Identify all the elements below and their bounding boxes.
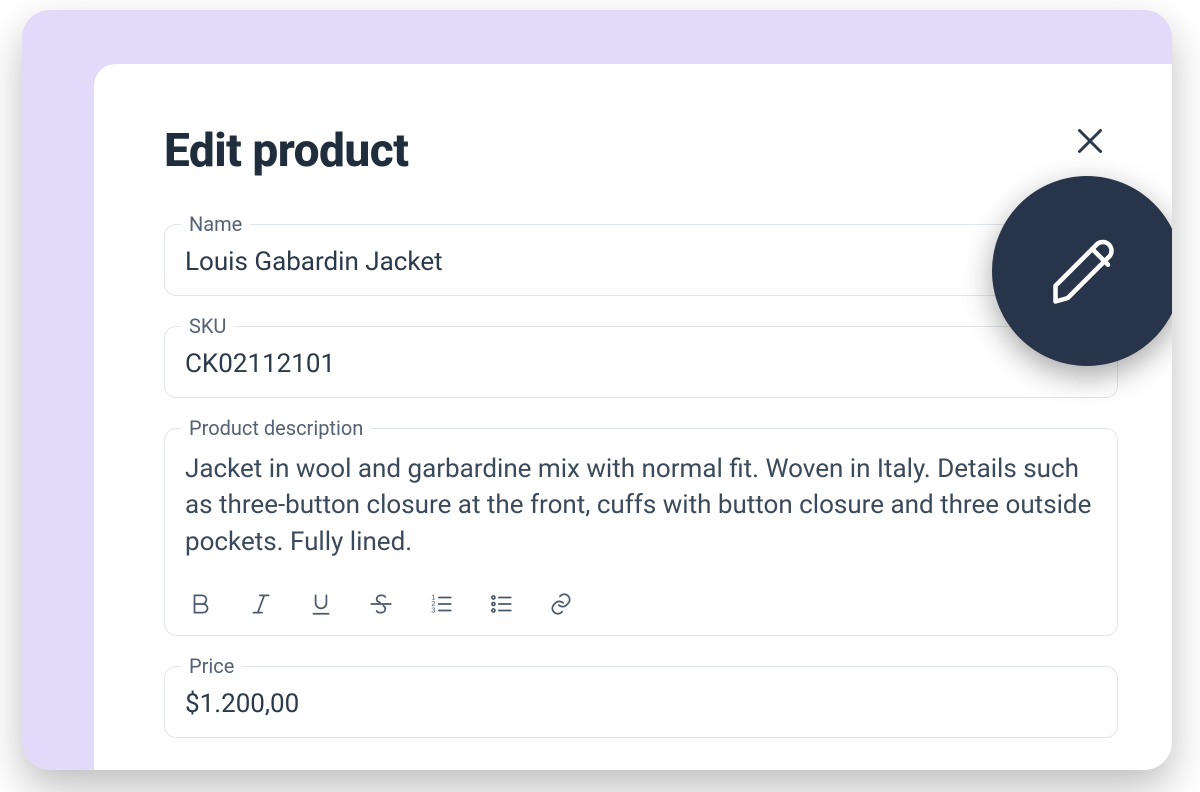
strikethrough-icon: [368, 591, 394, 620]
ordered-list-button[interactable]: 1 2 3: [425, 589, 457, 621]
italic-icon: [248, 591, 274, 620]
page-title: Edit product: [164, 124, 408, 178]
bold-button[interactable]: [185, 589, 217, 621]
link-button[interactable]: [545, 589, 577, 621]
edit-fab-button[interactable]: [992, 176, 1172, 366]
panel-header: Edit product: [164, 124, 1118, 178]
close-button[interactable]: [1068, 120, 1112, 164]
pencil-icon: [1045, 228, 1129, 315]
app-background: Edit product Name SKU Product descriptio…: [22, 10, 1172, 770]
rich-text-toolbar: 1 2 3: [185, 583, 1097, 621]
underline-icon: [308, 591, 334, 620]
price-label: Price: [181, 654, 242, 678]
unordered-list-icon: [488, 591, 514, 620]
ordered-list-icon: 1 2 3: [428, 591, 454, 620]
price-input[interactable]: [185, 689, 1097, 719]
sku-input[interactable]: [185, 349, 1097, 379]
name-label: Name: [181, 212, 250, 236]
description-label: Product description: [181, 416, 371, 440]
italic-button[interactable]: [245, 589, 277, 621]
name-input[interactable]: [185, 247, 1097, 277]
description-input[interactable]: Jacket in wool and garbardine mix with n…: [185, 451, 1097, 561]
name-field: Name: [164, 224, 1118, 296]
svg-text:3: 3: [431, 605, 435, 614]
unordered-list-button[interactable]: [485, 589, 517, 621]
bold-icon: [188, 591, 214, 620]
strikethrough-button[interactable]: [365, 589, 397, 621]
sku-field: SKU: [164, 326, 1118, 398]
close-icon: [1072, 147, 1108, 162]
edit-product-panel: Edit product Name SKU Product descriptio…: [94, 64, 1172, 770]
sku-label: SKU: [181, 314, 234, 338]
link-icon: [548, 591, 574, 620]
price-field: Price: [164, 666, 1118, 738]
description-field: Product description Jacket in wool and g…: [164, 428, 1118, 636]
underline-button[interactable]: [305, 589, 337, 621]
